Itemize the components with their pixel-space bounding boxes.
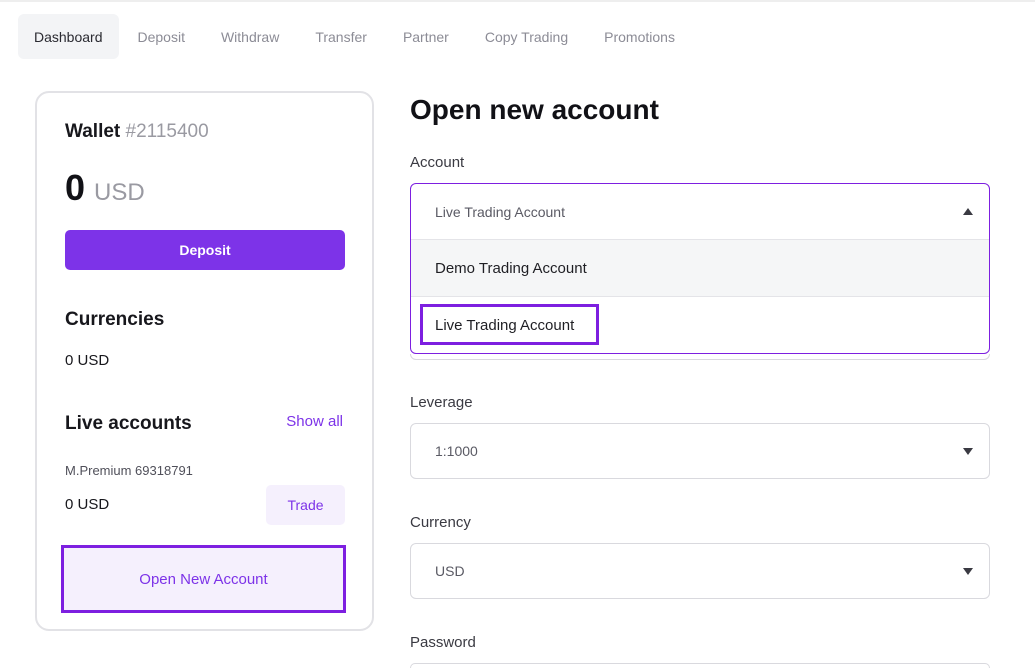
- chevron-down-icon: [963, 448, 973, 455]
- password-label: Password: [410, 634, 476, 651]
- form-title: Open new account: [410, 94, 659, 125]
- tab-promotions[interactable]: Promotions: [587, 14, 692, 59]
- chevron-down-icon: [963, 568, 973, 575]
- deposit-button[interactable]: Deposit: [65, 230, 345, 270]
- currencies-heading: Currencies: [65, 309, 165, 330]
- option-live-trading-account[interactable]: Live Trading Account: [411, 297, 989, 353]
- tab-withdraw[interactable]: Withdraw: [204, 14, 296, 59]
- balance-currency: USD: [94, 179, 145, 206]
- tab-transfer[interactable]: Transfer: [298, 14, 384, 59]
- highlight-box: [420, 304, 599, 345]
- currency-label: Currency: [410, 514, 471, 531]
- show-all-link[interactable]: Show all: [286, 413, 343, 430]
- account-selected-value: Live Trading Account: [435, 203, 565, 220]
- currency-value: USD: [435, 563, 465, 579]
- account-select-underlay: [410, 354, 990, 360]
- wallet-number: #2115400: [125, 121, 209, 142]
- wallet-balance: 0 USD: [65, 167, 145, 209]
- wallet-card: Wallet #2115400 0 USD Deposit Currencies…: [35, 91, 374, 631]
- tab-dashboard[interactable]: Dashboard: [18, 14, 119, 59]
- balance-amount: 0: [65, 167, 86, 208]
- leverage-select[interactable]: 1:1000: [410, 423, 990, 479]
- trade-button[interactable]: Trade: [266, 485, 345, 525]
- tab-deposit[interactable]: Deposit: [121, 14, 202, 59]
- wallet-title: Wallet #2115400: [65, 121, 209, 143]
- account-dropdown: Live Trading Account Demo Trading Accoun…: [410, 183, 990, 354]
- wallet-label: Wallet: [65, 121, 121, 142]
- account-select[interactable]: Live Trading Account: [411, 184, 989, 240]
- option-label: Demo Trading Account: [435, 259, 587, 277]
- leverage-label: Leverage: [410, 394, 473, 411]
- top-divider: [0, 0, 1035, 2]
- leverage-value: 1:1000: [435, 443, 478, 459]
- account-name: M.Premium 69318791: [65, 463, 193, 478]
- tab-copy-trading[interactable]: Copy Trading: [468, 14, 585, 59]
- open-new-account-button[interactable]: Open New Account: [61, 545, 346, 613]
- chevron-up-icon: [963, 207, 973, 215]
- live-accounts-heading: Live accounts: [65, 413, 192, 434]
- password-input[interactable]: [410, 663, 990, 668]
- account-balance: 0 USD: [65, 496, 110, 513]
- account-label: Account: [410, 154, 465, 171]
- nav-tabs: Dashboard Deposit Withdraw Transfer Part…: [18, 14, 694, 59]
- currency-select[interactable]: USD: [410, 543, 990, 599]
- currencies-value: 0 USD: [65, 352, 110, 369]
- option-demo-trading-account[interactable]: Demo Trading Account: [411, 240, 989, 297]
- tab-partner[interactable]: Partner: [386, 14, 466, 59]
